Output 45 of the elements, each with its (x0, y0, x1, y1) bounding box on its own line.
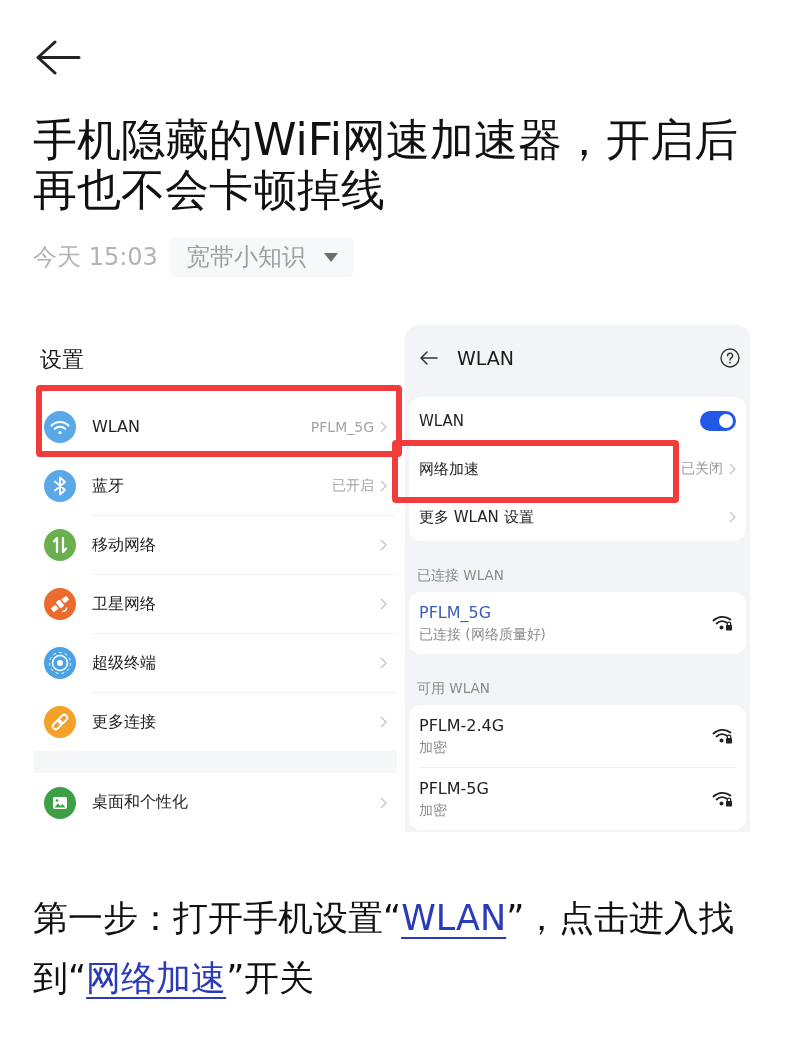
chevron-icon (729, 463, 736, 475)
setting-value: 已开启 (332, 477, 374, 495)
chevron-icon (380, 716, 387, 728)
setting-label[interactable]: 超级终端 (92, 652, 156, 674)
caret-icon (323, 252, 338, 262)
network-name[interactable]: PFLM-5G (419, 778, 489, 800)
setting-label[interactable]: 网络加速 (419, 459, 479, 479)
network-status: 已连接 (网络质量好) (419, 625, 546, 644)
network-name[interactable]: PFLM_5G (419, 602, 492, 624)
setting-label[interactable]: 蓝牙 (92, 475, 124, 497)
setting-label[interactable]: 卫星网络 (92, 593, 156, 615)
chevron-icon (380, 657, 387, 669)
chevron-icon (380, 598, 387, 610)
setting-label[interactable]: 更多连接 (92, 711, 156, 733)
article-title: 手机隐藏的WiFi网速加速器，开启后再也不会卡顿掉线 (33, 115, 740, 215)
network-name[interactable]: PFLM-2.4G (419, 715, 505, 737)
section-label: 可用 WLAN (416, 679, 491, 698)
setting-label[interactable]: 更多 WLAN 设置 (419, 507, 534, 527)
step-paragraph: 第一步：打开手机设置“WLAN”，点击进入找到“网络加速”开关 (33, 897, 736, 1000)
section-label: 已连接 WLAN (416, 566, 505, 585)
settings-title: 设置 (39, 346, 85, 374)
setting-value: 已关闭 (681, 460, 723, 478)
text-link[interactable]: 网络加速 (86, 958, 227, 998)
chevron-icon (729, 511, 736, 523)
wifi-lock-icon (712, 614, 734, 632)
wifi-lock-icon (712, 790, 734, 808)
help-icon[interactable] (720, 348, 740, 368)
chevron-icon (380, 480, 387, 492)
setting-value: PFLM_5G (310, 418, 374, 435)
setting-label[interactable]: WLAN (419, 412, 464, 430)
setting-label[interactable]: WLAN (92, 417, 140, 436)
back-arrow-icon[interactable] (420, 351, 438, 365)
chevron-icon (380, 420, 387, 433)
wifi-lock-icon (712, 727, 734, 745)
setting-label[interactable]: 桌面和个性化 (92, 792, 188, 813)
setting-label[interactable]: 移动网络 (92, 534, 156, 556)
network-status: 加密 (419, 738, 447, 757)
chevron-icon (380, 539, 387, 551)
panel-title: WLAN (457, 347, 515, 369)
network-status: 加密 (419, 801, 447, 820)
back-arrow-icon[interactable] (35, 40, 81, 75)
toggle-switch[interactable] (700, 411, 736, 431)
text-link[interactable]: WLAN (401, 898, 507, 938)
publish-time: 今天 15:03 (33, 242, 158, 273)
chevron-icon (380, 796, 387, 809)
